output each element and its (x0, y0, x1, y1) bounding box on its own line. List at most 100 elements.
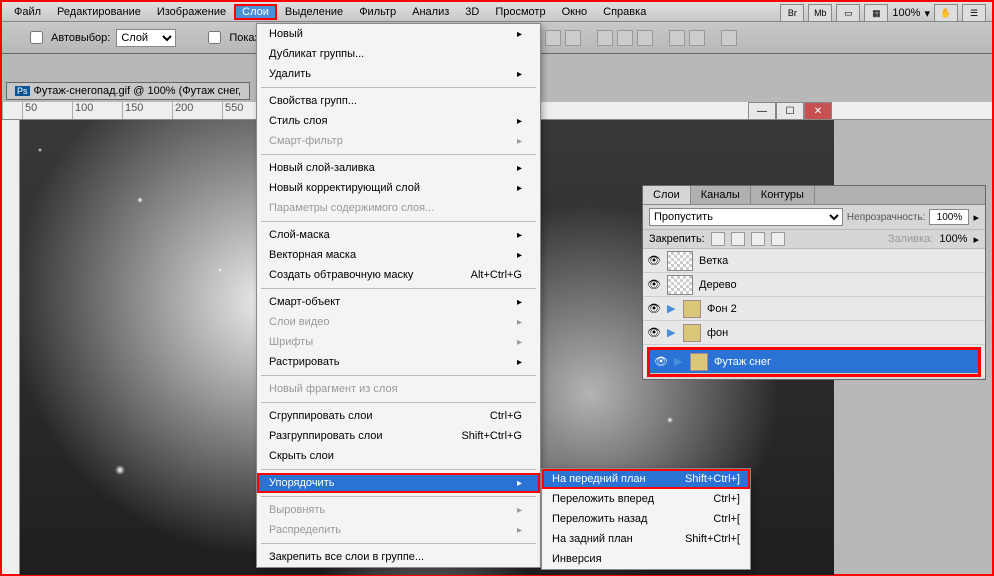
fill-field[interactable]: 100% (939, 233, 967, 245)
menu-item[interactable]: Слой-маска (257, 225, 540, 245)
menu-item[interactable]: Разгруппировать слоиShift+Ctrl+G (257, 426, 540, 446)
submenu-item[interactable]: Переложить впередCtrl+] (542, 489, 750, 509)
menu-item: Слои видео (257, 312, 540, 332)
visibility-eye-icon[interactable]: 👁 (654, 355, 668, 369)
submenu-item[interactable]: На задний планShift+Ctrl+[ (542, 529, 750, 549)
blend-mode-select[interactable]: Пропустить (649, 208, 843, 226)
submenu-item: Инверсия (542, 549, 750, 569)
visibility-eye-icon[interactable]: 👁 (647, 254, 661, 268)
hand-btn[interactable]: ✋ (934, 4, 958, 22)
close-btn[interactable]: ✕ (804, 102, 832, 120)
menu-item[interactable]: Создать обтравочную маскуAlt+Ctrl+G (257, 265, 540, 285)
menu-анализ[interactable]: Анализ (404, 4, 457, 20)
menu-item[interactable]: Стиль слоя (257, 111, 540, 131)
menu-item: Смарт-фильтр (257, 131, 540, 151)
arrange-btn[interactable]: ▦ (864, 4, 888, 22)
opacity-label: Непрозрачность: (847, 212, 926, 223)
layer-name: Ветка (699, 255, 728, 267)
layer-name: Фон 2 (707, 303, 737, 315)
expand-triangle-icon[interactable]: ▶ (667, 326, 677, 339)
document-tab[interactable]: Ps Футаж-снегопад.gif @ 100% (Футаж снег… (6, 82, 250, 100)
layer-name: Футаж снег (714, 356, 771, 368)
submenu-item[interactable]: Переложить назадCtrl+[ (542, 509, 750, 529)
opacity-field[interactable]: 100% (929, 209, 969, 225)
menu-item[interactable]: Новый слой-заливка (257, 158, 540, 178)
autoselect-checkbox[interactable] (30, 31, 43, 44)
folder-icon (683, 324, 701, 342)
lock-position-icon[interactable] (751, 232, 765, 246)
folder-icon (690, 353, 708, 371)
lock-all-icon[interactable] (771, 232, 785, 246)
menu-item[interactable]: Растрировать (257, 352, 540, 372)
layers-panel: Слои Каналы Контуры Пропустить Непрозрач… (642, 185, 986, 380)
topbar-right: Br Mb ▭ ▦ 100% ▾ ✋ ☰ (780, 4, 986, 22)
ruler-tick: 150 (122, 102, 172, 119)
zoom-dropdown-icon[interactable]: ▾ (924, 7, 930, 20)
menu-слои[interactable]: Слои (234, 4, 277, 20)
menu-item[interactable]: Новый (257, 24, 540, 44)
align-icon[interactable] (597, 30, 613, 46)
zoom-value[interactable]: 100% (892, 7, 920, 19)
lock-transparency-icon[interactable] (711, 232, 725, 246)
tab-layers[interactable]: Слои (643, 186, 691, 204)
align-icon[interactable] (637, 30, 653, 46)
layers-list: 👁Ветка👁Дерево👁▶Фон 2👁▶фон👁▶Футаж снег (643, 249, 985, 377)
menu-item[interactable]: Упорядочить (257, 473, 540, 493)
menu-item: Новый фрагмент из слоя (257, 379, 540, 399)
lock-label: Закрепить: (649, 233, 705, 245)
menu-справка[interactable]: Справка (595, 4, 654, 20)
ruler-vertical (2, 120, 20, 574)
ruler-tick: 100 (72, 102, 122, 119)
extra-btn[interactable]: ☰ (962, 4, 986, 22)
menu-item[interactable]: Векторная маска (257, 245, 540, 265)
layer-row[interactable]: 👁▶фон (643, 321, 985, 345)
expand-triangle-icon[interactable]: ▶ (674, 355, 684, 368)
align-icon[interactable] (617, 30, 633, 46)
tab-channels[interactable]: Каналы (691, 186, 751, 204)
opacity-arrow-icon[interactable]: ▸ (973, 211, 979, 224)
visibility-eye-icon[interactable]: 👁 (647, 278, 661, 292)
align-icon[interactable] (669, 30, 685, 46)
menu-выделение[interactable]: Выделение (277, 4, 351, 20)
screen-mode-btn[interactable]: ▭ (836, 4, 860, 22)
menu-item[interactable]: Скрыть слои (257, 446, 540, 466)
fill-arrow-icon[interactable]: ▸ (973, 233, 979, 246)
menu-item: Распределить (257, 520, 540, 540)
submenu-item[interactable]: На передний планShift+Ctrl+] (542, 469, 750, 489)
bridge-btn[interactable]: Br (780, 4, 804, 22)
align-icon[interactable] (721, 30, 737, 46)
menu-окно[interactable]: Окно (554, 4, 596, 20)
layer-thumbnail (667, 251, 693, 271)
minimize-btn[interactable]: — (748, 102, 776, 120)
menu-item[interactable]: Новый корректирующий слой (257, 178, 540, 198)
menu-item[interactable]: Закрепить все слои в группе... (257, 547, 540, 567)
menu-item[interactable]: Свойства групп... (257, 91, 540, 111)
align-icon[interactable] (545, 30, 561, 46)
align-icon[interactable] (565, 30, 581, 46)
menu-просмотр[interactable]: Просмотр (487, 4, 553, 20)
layer-row[interactable]: 👁 ▶ Футаж снег (650, 350, 978, 374)
autoselect-target[interactable]: Слой (116, 29, 176, 47)
menu-3d[interactable]: 3D (457, 4, 487, 20)
tab-paths[interactable]: Контуры (751, 186, 815, 204)
mb-btn[interactable]: Mb (808, 4, 832, 22)
align-icon[interactable] (689, 30, 705, 46)
maximize-btn[interactable]: ☐ (776, 102, 804, 120)
menu-item[interactable]: Удалить (257, 64, 540, 84)
menu-фильтр[interactable]: Фильтр (351, 4, 404, 20)
layer-row[interactable]: 👁 ▶ Фон 2 (643, 297, 985, 321)
menu-item[interactable]: Дубликат группы... (257, 44, 540, 64)
show-checkbox[interactable] (208, 31, 221, 44)
layer-row[interactable]: 👁 Ветка (643, 249, 985, 273)
expand-triangle-icon[interactable]: ▶ (667, 302, 677, 315)
autoselect-label: Автовыбор: (51, 32, 110, 44)
menu-изображение[interactable]: Изображение (149, 4, 234, 20)
menu-item[interactable]: Смарт-объект (257, 292, 540, 312)
lock-image-icon[interactable] (731, 232, 745, 246)
visibility-eye-icon[interactable]: 👁 (647, 302, 661, 316)
layer-row[interactable]: 👁Дерево (643, 273, 985, 297)
menu-item[interactable]: Сгруппировать слоиCtrl+G (257, 406, 540, 426)
visibility-eye-icon[interactable]: 👁 (647, 326, 661, 340)
menu-файл[interactable]: Файл (6, 4, 49, 20)
menu-редактирование[interactable]: Редактирование (49, 4, 149, 20)
